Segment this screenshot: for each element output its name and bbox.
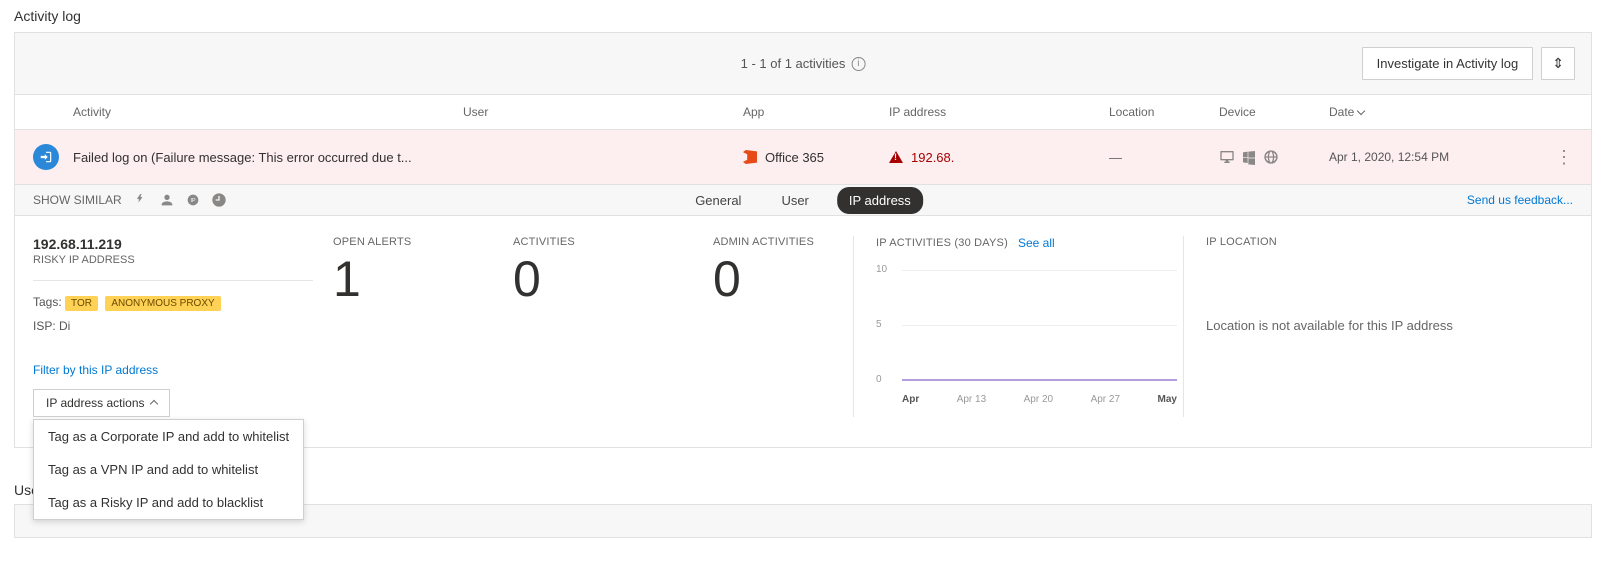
activities-value: 0 <box>513 254 713 304</box>
ip-location-panel: IP LOCATION Location is not available fo… <box>1183 236 1573 417</box>
ip-activities-chart: 10 5 0 <box>876 260 1183 390</box>
detail-tabs: General User IP address <box>683 187 923 214</box>
browser-icon <box>1263 149 1279 165</box>
open-alerts-value: 1 <box>333 254 513 304</box>
ip-cell: 192.68. <box>889 150 1109 165</box>
col-location[interactable]: Location <box>1109 105 1219 119</box>
login-icon <box>33 144 59 170</box>
filter-by-ip-link[interactable]: Filter by this IP address <box>33 363 313 377</box>
ip-actions-menu: Tag as a Corporate IP and add to whiteli… <box>33 419 304 520</box>
see-all-link[interactable]: See all <box>1018 236 1055 250</box>
ip-full: 192.68.11.219 <box>33 236 313 252</box>
activities-label: ACTIVITIES <box>513 236 713 248</box>
tab-general[interactable]: General <box>683 187 753 214</box>
x-tick-apr: Apr <box>902 394 919 405</box>
open-alerts-label: OPEN ALERTS <box>333 236 513 248</box>
ip-activities-chart-panel: IP ACTIVITIES (30 DAYS) See all 10 5 0 A… <box>853 236 1183 417</box>
ip-subtitle: RISKY IP ADDRESS <box>33 254 313 266</box>
open-alerts-panel: OPEN ALERTS 1 <box>333 236 513 417</box>
col-device[interactable]: Device <box>1219 105 1329 119</box>
svg-text:IP: IP <box>190 198 195 204</box>
tag-anonymous-proxy: ANONYMOUS PROXY <box>105 296 220 311</box>
ip-actions-button[interactable]: IP address actions <box>33 389 170 417</box>
y-tick-0: 0 <box>876 374 882 385</box>
ip-info-panel: 192.68.11.219 RISKY IP ADDRESS Tags: TOR… <box>33 236 333 417</box>
windows-icon <box>1241 149 1257 165</box>
investigate-button[interactable]: Investigate in Activity log <box>1362 47 1534 80</box>
info-icon[interactable]: i <box>851 57 865 71</box>
location-cell: — <box>1109 150 1219 165</box>
user-icon[interactable] <box>158 191 176 209</box>
col-app[interactable]: App <box>743 105 889 119</box>
col-user[interactable]: User <box>463 105 743 119</box>
date-cell: Apr 1, 2020, 12:54 PM <box>1329 150 1509 164</box>
office365-icon <box>743 150 757 164</box>
y-tick-5: 5 <box>876 319 882 330</box>
admin-activities-label: ADMIN ACTIVITIES <box>713 236 853 248</box>
menu-tag-risky[interactable]: Tag as a Risky IP and add to blacklist <box>34 486 303 519</box>
clock-icon[interactable] <box>210 191 228 209</box>
result-count-text: 1 - 1 of 1 activities <box>741 56 846 71</box>
admin-activities-panel: ADMIN ACTIVITIES 0 <box>713 236 853 417</box>
tag-tor: TOR <box>65 296 98 311</box>
activity-type-icon[interactable] <box>132 191 150 209</box>
expand-icon: ⇕ <box>1552 55 1564 72</box>
activity-text: Failed log on (Failure message: This err… <box>73 150 412 165</box>
show-similar-label: SHOW SIMILAR <box>33 193 122 207</box>
page-title: Activity log <box>14 8 1592 24</box>
investigate-button-label: Investigate in Activity log <box>1377 56 1519 71</box>
ip-actions-label: IP address actions <box>46 396 145 410</box>
col-date[interactable]: Date <box>1329 105 1509 119</box>
chevron-up-icon <box>149 400 157 408</box>
ip-detail-panel: 192.68.11.219 RISKY IP ADDRESS Tags: TOR… <box>15 216 1591 447</box>
menu-tag-corporate[interactable]: Tag as a Corporate IP and add to whiteli… <box>34 420 303 453</box>
activity-log-card: 1 - 1 of 1 activities i Investigate in A… <box>14 32 1592 448</box>
warning-icon <box>889 151 903 163</box>
chart-title: IP ACTIVITIES (30 DAYS) <box>876 237 1008 249</box>
chart-series-line <box>902 379 1177 381</box>
col-activity[interactable]: Activity <box>33 105 463 119</box>
table-row[interactable]: Failed log on (Failure message: This err… <box>15 130 1591 185</box>
app-name: Office 365 <box>765 150 824 165</box>
ip-value: 192.68. <box>911 150 954 165</box>
monitor-icon <box>1219 149 1235 165</box>
detail-subbar: SHOW SIMILAR IP General User IP address <box>15 185 1591 216</box>
admin-activities-value: 0 <box>713 254 853 304</box>
x-tick-apr20: Apr 20 <box>1024 394 1053 405</box>
y-tick-10: 10 <box>876 264 887 275</box>
tab-user[interactable]: User <box>769 187 820 214</box>
app-cell: Office 365 <box>743 150 889 165</box>
ip-location-message: Location is not available for this IP ad… <box>1206 318 1573 333</box>
tags-label: Tags: <box>33 295 62 309</box>
tab-ip-address[interactable]: IP address <box>837 187 923 214</box>
col-date-label: Date <box>1329 105 1354 119</box>
col-ip[interactable]: IP address <box>889 105 1109 119</box>
more-icon <box>1555 147 1573 167</box>
expand-button[interactable]: ⇕ <box>1541 47 1575 80</box>
ip-location-title: IP LOCATION <box>1206 236 1573 248</box>
x-tick-may: May <box>1158 394 1177 405</box>
chevron-down-icon <box>1357 107 1365 115</box>
chart-x-axis: Apr Apr 13 Apr 20 Apr 27 May <box>902 394 1177 405</box>
menu-tag-vpn[interactable]: Tag as a VPN IP and add to whitelist <box>34 453 303 486</box>
activities-panel: ACTIVITIES 0 <box>513 236 713 417</box>
ip-icon[interactable]: IP <box>184 191 202 209</box>
row-menu-button[interactable] <box>1509 147 1573 168</box>
isp-value: ISP: Di <box>33 319 313 333</box>
x-tick-apr27: Apr 27 <box>1091 394 1120 405</box>
result-count: 1 - 1 of 1 activities i <box>741 56 866 71</box>
toolbar: 1 - 1 of 1 activities i Investigate in A… <box>15 33 1591 95</box>
x-tick-apr13: Apr 13 <box>957 394 986 405</box>
table-header: Activity User App IP address Location De… <box>15 95 1591 130</box>
device-cell <box>1219 149 1329 165</box>
feedback-link[interactable]: Send us feedback... <box>1467 193 1573 207</box>
